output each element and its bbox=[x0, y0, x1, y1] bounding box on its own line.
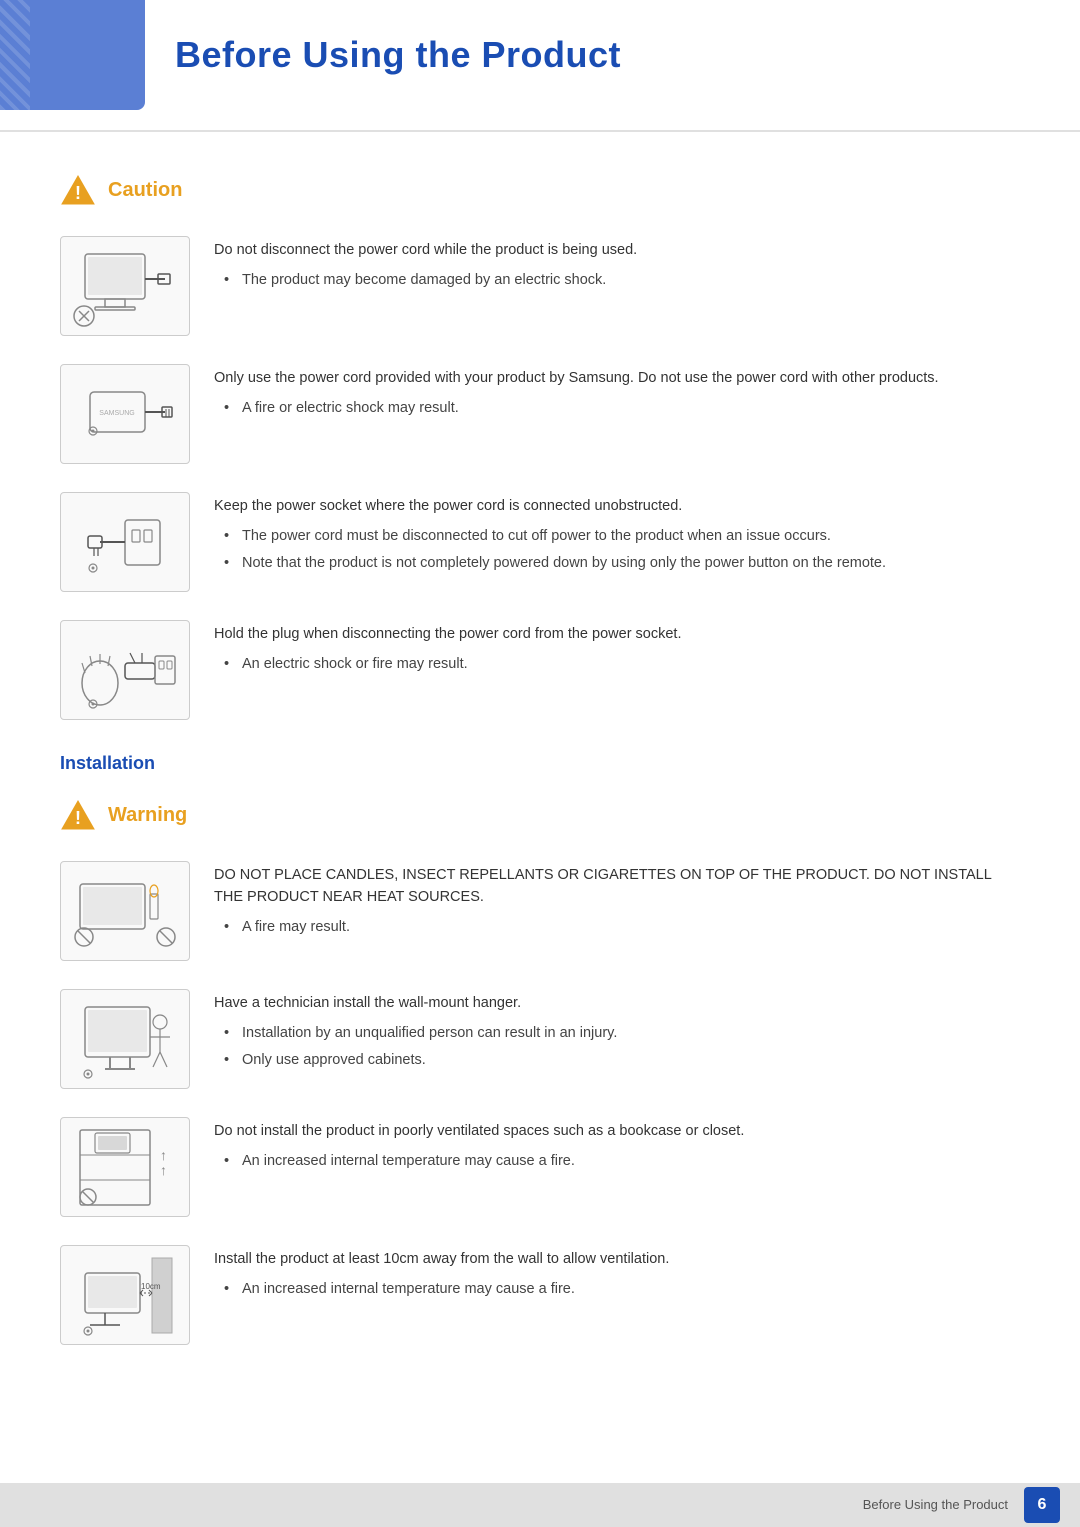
warning-bullet-4-0: An increased internal temperature may ca… bbox=[224, 1279, 1020, 1301]
warning-main-text-1: DO NOT PLACE CANDLES, INSECT REPELLANTS … bbox=[214, 865, 1020, 909]
caution-bullet-1-0: The product may become damaged by an ele… bbox=[224, 270, 1020, 292]
svg-text:SAMSUNG: SAMSUNG bbox=[99, 410, 134, 417]
warning-heading: ! Warning bbox=[60, 797, 1020, 833]
caution-text-4: Hold the plug when disconnecting the pow… bbox=[214, 620, 1020, 681]
caution-bullets-3: The power cord must be disconnected to c… bbox=[214, 526, 1020, 575]
caution-bullet-2-0: A fire or electric shock may result. bbox=[224, 398, 1020, 420]
warning-illustration-2 bbox=[60, 989, 190, 1089]
warning-main-text-3: Do not install the product in poorly ven… bbox=[214, 1121, 1020, 1143]
caution-main-text-1: Do not disconnect the power cord while t… bbox=[214, 240, 1020, 262]
svg-text:↑: ↑ bbox=[160, 1162, 167, 1178]
warning-bullets-3: An increased internal temperature may ca… bbox=[214, 1151, 1020, 1173]
caution-main-text-4: Hold the plug when disconnecting the pow… bbox=[214, 624, 1020, 646]
caution-heading: ! Caution bbox=[60, 172, 1020, 208]
footer-label: Before Using the Product bbox=[863, 1495, 1008, 1515]
caution-text-2: Only use the power cord provided with yo… bbox=[214, 364, 1020, 425]
installation-label: Installation bbox=[60, 750, 1020, 777]
warning-bullet-2-0: Installation by an unqualified person ca… bbox=[224, 1023, 1020, 1045]
caution-illustration-4 bbox=[60, 620, 190, 720]
caution-illustration-3 bbox=[60, 492, 190, 592]
warning-bullets-2: Installation by an unqualified person ca… bbox=[214, 1023, 1020, 1072]
warning-bullet-2-1: Only use approved cabinets. bbox=[224, 1050, 1020, 1072]
warning-item-4: 10cm Install the product at least 10cm a… bbox=[60, 1245, 1020, 1345]
svg-text:!: ! bbox=[75, 808, 81, 828]
caution-bullets-1: The product may become damaged by an ele… bbox=[214, 270, 1020, 292]
caution-item-3: Keep the power socket where the power co… bbox=[60, 492, 1020, 592]
page-footer: Before Using the Product 6 bbox=[0, 1483, 1080, 1527]
warning-main-text-4: Install the product at least 10cm away f… bbox=[214, 1249, 1020, 1271]
caution-bullets-2: A fire or electric shock may result. bbox=[214, 398, 1020, 420]
warning-icon: ! bbox=[60, 797, 96, 833]
warning-text-3: Do not install the product in poorly ven… bbox=[214, 1117, 1020, 1178]
caution-bullet-3-1: Note that the product is not completely … bbox=[224, 553, 1020, 575]
warning-text-2: Have a technician install the wall-mount… bbox=[214, 989, 1020, 1076]
warning-text-1: DO NOT PLACE CANDLES, INSECT REPELLANTS … bbox=[214, 861, 1020, 943]
caution-text-3: Keep the power socket where the power co… bbox=[214, 492, 1020, 579]
caution-item-4: Hold the plug when disconnecting the pow… bbox=[60, 620, 1020, 720]
page-title: Before Using the Product bbox=[0, 0, 1080, 110]
warning-bullets-1: A fire may result. bbox=[214, 917, 1020, 939]
warning-text-4: Install the product at least 10cm away f… bbox=[214, 1245, 1020, 1306]
caution-item-1: Do not disconnect the power cord while t… bbox=[60, 236, 1020, 336]
caution-illustration-1 bbox=[60, 236, 190, 336]
caution-icon: ! bbox=[60, 172, 96, 208]
main-content: ! Caution Do not disconnect the bbox=[0, 172, 1080, 1433]
warning-illustration-4: 10cm bbox=[60, 1245, 190, 1345]
caution-main-text-3: Keep the power socket where the power co… bbox=[214, 496, 1020, 518]
warning-label: Warning bbox=[108, 800, 187, 830]
svg-text:10cm: 10cm bbox=[141, 1282, 161, 1291]
svg-text:↑: ↑ bbox=[160, 1147, 167, 1163]
caution-label: Caution bbox=[108, 175, 182, 205]
warning-main-text-2: Have a technician install the wall-mount… bbox=[214, 993, 1020, 1015]
warning-item-2: Have a technician install the wall-mount… bbox=[60, 989, 1020, 1089]
caution-bullet-3-0: The power cord must be disconnected to c… bbox=[224, 526, 1020, 548]
page-header: Before Using the Product bbox=[0, 0, 1080, 132]
caution-text-1: Do not disconnect the power cord while t… bbox=[214, 236, 1020, 297]
warning-illustration-3: ↑ ↑ bbox=[60, 1117, 190, 1217]
page-number: 6 bbox=[1024, 1487, 1060, 1523]
warning-item-1: DO NOT PLACE CANDLES, INSECT REPELLANTS … bbox=[60, 861, 1020, 961]
caution-bullets-4: An electric shock or fire may result. bbox=[214, 654, 1020, 676]
caution-bullet-4-0: An electric shock or fire may result. bbox=[224, 654, 1020, 676]
warning-item-3: ↑ ↑ Do not install the product in poorly… bbox=[60, 1117, 1020, 1217]
warning-illustration-1 bbox=[60, 861, 190, 961]
warning-bullets-4: An increased internal temperature may ca… bbox=[214, 1279, 1020, 1301]
caution-illustration-2: SAMSUNG bbox=[60, 364, 190, 464]
warning-bullet-1-0: A fire may result. bbox=[224, 917, 1020, 939]
warning-bullet-3-0: An increased internal temperature may ca… bbox=[224, 1151, 1020, 1173]
caution-main-text-2: Only use the power cord provided with yo… bbox=[214, 368, 1020, 390]
caution-item-2: SAMSUNG Only use the power cord provided… bbox=[60, 364, 1020, 464]
svg-text:!: ! bbox=[75, 183, 81, 203]
